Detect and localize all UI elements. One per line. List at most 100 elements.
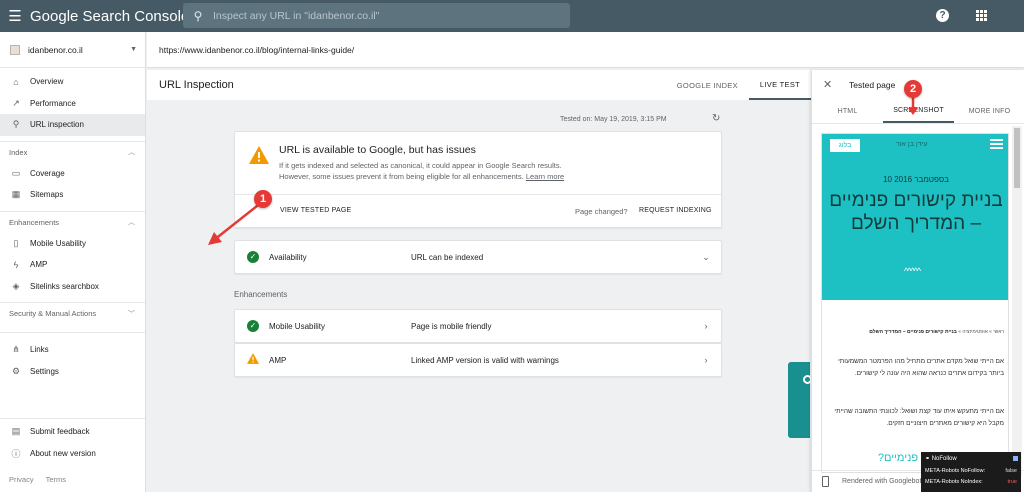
crumb-current: בניית קישורים פנימיים – המדריך השלם bbox=[869, 329, 957, 335]
screenshot-blog-button: בלוג bbox=[830, 139, 860, 152]
coverage-icon: ▭ bbox=[11, 167, 21, 178]
sidebar-item-label: Performance bbox=[30, 98, 76, 108]
diamond-icon: ◈ bbox=[12, 280, 20, 291]
availability-row[interactable]: ✓ Availability URL can be indexed ⌄ bbox=[234, 240, 722, 274]
gear-icon: ⚙ bbox=[11, 365, 21, 376]
section-header-security[interactable]: Security & Manual Actions ﹀ bbox=[0, 302, 145, 324]
status-title: URL is available to Google, but has issu… bbox=[279, 144, 476, 156]
apps-grid-icon[interactable] bbox=[976, 10, 987, 21]
feedback-icon: ▤ bbox=[11, 426, 21, 437]
sitemap-icon: ▦ bbox=[11, 189, 21, 200]
chevron-down-icon[interactable]: ⌄ bbox=[691, 252, 721, 263]
sidebar-item-url-inspection[interactable]: ⚲ URL inspection bbox=[0, 114, 145, 136]
sidebar-item-label: Sitelinks searchbox bbox=[30, 281, 99, 291]
help-icon[interactable]: ? bbox=[936, 9, 949, 22]
status-desc-line2-text: However, some issues prevent it from bei… bbox=[279, 172, 524, 181]
request-indexing-button[interactable]: REQUEST INDEXING bbox=[639, 207, 712, 214]
tab-html[interactable]: HTML bbox=[812, 100, 883, 123]
learn-more-link[interactable]: Learn more bbox=[526, 172, 564, 181]
sidebar-item-about-new-version[interactable]: ⓘ About new version bbox=[0, 443, 145, 465]
sidebar-item-sitemaps[interactable]: ▦ Sitemaps bbox=[0, 184, 145, 206]
extension-row-value: false bbox=[1005, 468, 1017, 474]
sidebar-item-overview[interactable]: ⌂ Overview bbox=[0, 71, 145, 93]
page-changed-text: Page changed? bbox=[575, 207, 628, 216]
enhancement-label: AMP bbox=[269, 355, 287, 365]
tab-live-test[interactable]: LIVE TEST bbox=[748, 70, 811, 100]
wave-icon: ^^^^^ bbox=[904, 266, 921, 276]
sidebar-item-label: Submit feedback bbox=[30, 427, 90, 437]
hamburger-menu-icon[interactable]: ☰ bbox=[0, 0, 30, 32]
enhancement-value: Page is mobile friendly bbox=[411, 321, 492, 331]
search-icon: ⚲ bbox=[193, 8, 203, 23]
check-icon: ✓ bbox=[247, 320, 259, 332]
sidebar-item-links[interactable]: ⋔ Links bbox=[0, 339, 145, 361]
sidebar-item-label: URL inspection bbox=[30, 120, 84, 130]
extension-close-icon[interactable] bbox=[1013, 456, 1018, 461]
chevron-right-icon[interactable]: › bbox=[691, 355, 721, 365]
phone-icon bbox=[822, 476, 829, 487]
sidebar-item-label: About new version bbox=[30, 448, 96, 458]
chevron-right-icon[interactable]: › bbox=[691, 321, 721, 331]
availability-value: URL can be indexed bbox=[411, 252, 484, 262]
section-header-index[interactable]: Index ︿ bbox=[0, 140, 145, 163]
sidebar-item-label: Links bbox=[30, 345, 49, 355]
extension-title: ⚭ NoFollow bbox=[925, 456, 957, 462]
screenshot-scrollbar[interactable] bbox=[1012, 126, 1022, 476]
app-title[interactable]: Google Search Console bbox=[30, 8, 189, 25]
view-tested-page-button[interactable]: VIEW TESTED PAGE bbox=[280, 207, 351, 214]
tab-google-index[interactable]: GOOGLE INDEX bbox=[666, 70, 749, 100]
inspected-url[interactable]: https://www.idanbenor.co.il/blog/interna… bbox=[159, 45, 354, 55]
chat-widget[interactable] bbox=[788, 362, 812, 438]
terms-link[interactable]: Terms bbox=[46, 475, 66, 484]
sidebar-item-label: Sitemaps bbox=[30, 190, 64, 200]
home-icon: ⌂ bbox=[13, 76, 19, 87]
refresh-icon[interactable]: ↻ bbox=[712, 113, 720, 124]
check-icon: ✓ bbox=[247, 251, 259, 263]
sidebar-item-settings[interactable]: ⚙ Settings bbox=[0, 361, 145, 383]
search-placeholder: Inspect any URL in "idanbenor.co.il" bbox=[213, 9, 380, 22]
close-icon[interactable]: ✕ bbox=[823, 78, 832, 91]
screenshot-breadcrumb: ראשי » אופטימיזציה » בניית קישורים פנימי… bbox=[828, 329, 1004, 335]
sidebar-item-label: Mobile Usability bbox=[30, 238, 87, 248]
url-inspection-header: URL Inspection GOOGLE INDEX LIVE TEST bbox=[147, 70, 811, 100]
sidebar-item-label: Coverage bbox=[30, 168, 65, 178]
section-header-enhancements[interactable]: Enhancements ︿ bbox=[0, 210, 145, 233]
sidebar-item-mobile-usability[interactable]: ▯ Mobile Usability bbox=[0, 233, 145, 255]
annotation-badge-1: 1 bbox=[254, 190, 272, 208]
chevron-up-icon: ︿ bbox=[128, 149, 135, 156]
annotation-badge-2: 2 bbox=[904, 80, 922, 98]
sidebar-item-coverage[interactable]: ▭ Coverage bbox=[0, 163, 145, 185]
section-title: Enhancements bbox=[9, 217, 60, 227]
section-title: Index bbox=[9, 147, 28, 157]
tab-more-info[interactable]: MORE INFO bbox=[954, 100, 1024, 123]
sidebar-item-label: Settings bbox=[30, 366, 59, 376]
sidebar: idanbenor.co.il ▼ ⌂ Overview ↗ Performance… bbox=[0, 32, 146, 492]
privacy-link[interactable]: Privacy bbox=[9, 475, 34, 484]
mobile-usability-row[interactable]: ✓ Mobile Usability Page is mobile friend… bbox=[234, 309, 722, 343]
availability-label: Availability bbox=[269, 252, 307, 262]
status-card: URL is available to Google, but has issu… bbox=[234, 131, 722, 228]
sidebar-item-submit-feedback[interactable]: ▤ Submit feedback bbox=[0, 421, 145, 443]
chevron-down-icon: ▼ bbox=[130, 46, 137, 53]
screenshot-paragraph: אם הייתי שואל מקדם אתרים מתחיל מהו הפרמט… bbox=[838, 358, 1004, 377]
extension-row: META-Robots NoFollow: false bbox=[925, 468, 1017, 474]
nofollow-extension-popup: ⚭ NoFollow META-Robots NoFollow: false ME… bbox=[921, 452, 1021, 492]
page-title: URL Inspection bbox=[159, 79, 234, 91]
amp-row[interactable]: AMP Linked AMP version is valid with war… bbox=[234, 343, 722, 377]
property-selector[interactable]: idanbenor.co.il ▼ bbox=[0, 32, 145, 68]
trending-icon: ↗ bbox=[12, 97, 20, 108]
sidebar-item-amp[interactable]: ϟ AMP bbox=[0, 254, 145, 276]
page-screenshot: בלוג עידן בן אור 10 בספטמבר 2016 בניית ק… bbox=[821, 133, 1009, 473]
section-title: Security & Manual Actions bbox=[9, 309, 97, 318]
extension-row-label: META-Robots NoIndex: bbox=[925, 479, 983, 485]
sidebar-item-performance[interactable]: ↗ Performance bbox=[0, 93, 145, 115]
status-description: If it gets indexed and selected as canon… bbox=[279, 160, 699, 182]
url-inspect-search-input[interactable]: ⚲ Inspect any URL in "idanbenor.co.il" bbox=[183, 3, 570, 28]
sidebar-item-sitelinks-searchbox[interactable]: ◈ Sitelinks searchbox bbox=[0, 276, 145, 298]
enhancements-heading: Enhancements bbox=[234, 290, 288, 299]
screenshot-hero: בלוג עידן בן אור 10 בספטמבר 2016 בניית ק… bbox=[822, 134, 1008, 300]
property-favicon-icon bbox=[10, 44, 20, 55]
inspected-url-bar: https://www.idanbenor.co.il/blog/interna… bbox=[147, 32, 1024, 68]
top-app-bar: ☰ Google Search Console ⚲ Inspect any UR… bbox=[0, 0, 1024, 32]
tested-page-panel: ✕ Tested page HTML SCREENSHOT MORE INFO … bbox=[811, 70, 1024, 492]
